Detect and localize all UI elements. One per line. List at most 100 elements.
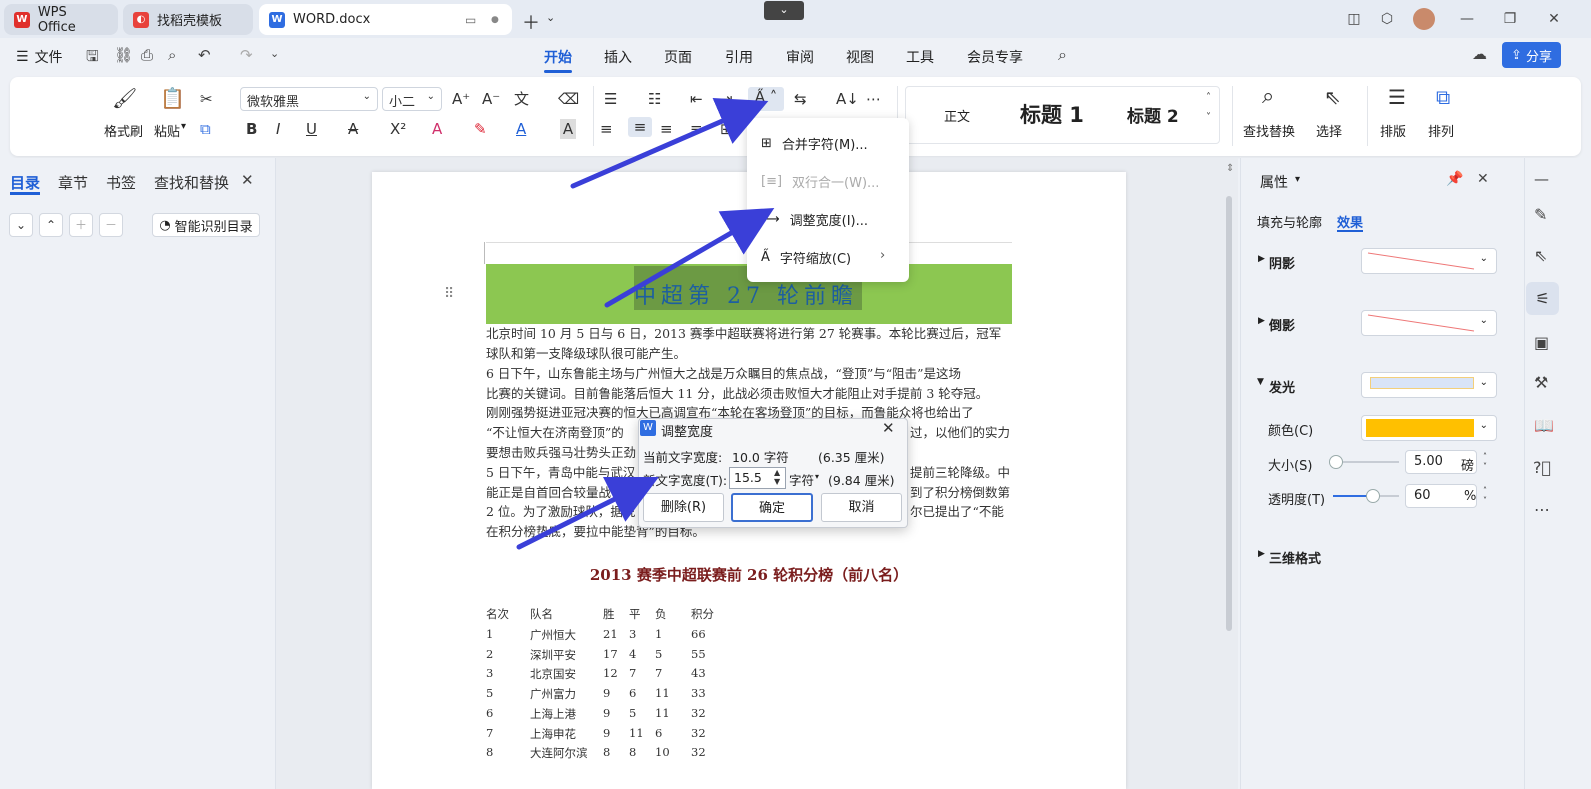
section-reflection[interactable]: 倒影	[1269, 315, 1295, 334]
doc-line[interactable]: 北京时间 10 月 5 日与 6 日，2013 赛季中超联赛将进行第 27 轮赛…	[486, 324, 1012, 344]
table-cell[interactable]: 11	[655, 706, 670, 720]
expand-up-icon[interactable]: ⌃	[39, 213, 63, 237]
close-window-icon[interactable]: ✕	[1544, 9, 1564, 29]
table-cell[interactable]: 5	[629, 706, 636, 720]
grow-font-icon[interactable]: A⁺	[452, 89, 470, 109]
doc-line[interactable]: 要想击败兵强马壮势头正劲	[486, 443, 636, 463]
text-effect-icon[interactable]: A	[432, 119, 442, 139]
style-heading2[interactable]: 标题 2	[1127, 102, 1179, 127]
pin-icon[interactable]: 📌	[1446, 171, 1463, 187]
undo-icon[interactable]: ↶	[198, 46, 211, 64]
table-cell[interactable]: 17	[603, 647, 618, 661]
section-glow[interactable]: 发光	[1269, 377, 1295, 396]
expand-arrow-icon[interactable]: ▶	[1258, 254, 1265, 264]
underline-icon[interactable]: U	[306, 119, 317, 139]
ok-button[interactable]: 确定	[731, 493, 813, 522]
panel-title[interactable]: 属性	[1260, 172, 1288, 192]
table-header-cell[interactable]: 队名	[530, 606, 553, 622]
menu-view[interactable]: 视图	[846, 47, 874, 67]
table-cell[interactable]: 5	[655, 647, 662, 661]
table-cell[interactable]: 9	[603, 726, 610, 740]
expand-arrow-icon[interactable]: ▶	[1258, 549, 1265, 559]
doc-line[interactable]: 能正是自首回合较量战	[486, 483, 636, 503]
unit-chevron-icon[interactable]: ▾	[815, 472, 819, 481]
image-icon[interactable]: ▣	[1534, 333, 1549, 352]
clear-format-icon[interactable]: ⌫	[558, 89, 579, 109]
table-header-cell[interactable]: 负	[655, 606, 667, 622]
search-icon[interactable]: ⌕	[1058, 45, 1067, 65]
doc-line-fragment[interactable]: 到了积分榜倒数第	[910, 483, 1012, 503]
table-header-cell[interactable]: 积分	[691, 606, 714, 622]
tab-chapter[interactable]: 章节	[58, 172, 88, 193]
delete-button[interactable]: 删除(R)	[643, 493, 724, 522]
table-cell[interactable]: 32	[691, 745, 706, 759]
print-preview-icon[interactable]: ⌕	[168, 46, 176, 64]
table-cell[interactable]: 6	[655, 726, 662, 740]
doc-line-fragment[interactable]: 提前三轮降级。中	[910, 463, 1012, 483]
cube-icon[interactable]: ⬡	[1377, 9, 1397, 29]
table-cell[interactable]: 12	[603, 666, 618, 680]
table-cell[interactable]: 上海申花	[530, 726, 576, 742]
table-cell[interactable]: 8	[603, 745, 610, 759]
link-icon[interactable]: ⛓	[114, 46, 133, 64]
tab-wps-office[interactable]: W WPS Office	[4, 4, 118, 35]
save-icon[interactable]: 🖫	[86, 46, 99, 71]
char-scale-item[interactable]: A̋ 字符缩放(C)	[761, 248, 851, 267]
increase-indent-icon[interactable]: ⇥	[720, 89, 733, 109]
table-header-cell[interactable]: 名次	[486, 606, 509, 622]
close-panel-icon[interactable]: ✕	[241, 171, 254, 189]
monitor-icon[interactable]: ▭	[465, 13, 476, 27]
redo-icon[interactable]: ↷	[240, 46, 253, 64]
table-cell[interactable]: 1	[655, 627, 662, 641]
collapse-sidebar-icon[interactable]: —	[1534, 170, 1549, 188]
pen-icon[interactable]: ✎	[1534, 205, 1547, 224]
table-cell[interactable]: 广州富力	[530, 686, 576, 702]
strikethrough-icon[interactable]: A	[348, 119, 358, 139]
cursor-icon[interactable]: ⇖	[1534, 246, 1547, 265]
doc-line[interactable]: “不让恒大在济南登顶”的	[486, 423, 636, 443]
book-icon[interactable]: 📖	[1534, 416, 1554, 435]
table-cell[interactable]: 6	[486, 706, 493, 720]
tab-template[interactable]: ◐ 找稻壳模板	[123, 4, 253, 35]
unit-select[interactable]: 字符	[789, 470, 814, 489]
select-label[interactable]: 选择	[1316, 121, 1342, 140]
chinese-layout-icon[interactable]: A̋ ˄	[748, 87, 784, 111]
table-cell[interactable]: 北京国安	[530, 666, 576, 682]
find-replace-label[interactable]: 查找替换	[1243, 121, 1295, 140]
merge-chars-item[interactable]: ⊞ 合并字符(M)...	[761, 134, 868, 153]
restore-icon[interactable]: ❐	[1500, 9, 1520, 29]
table-cell[interactable]: 3	[629, 627, 636, 641]
layout-icon[interactable]: ☰	[1388, 87, 1406, 107]
table-header-cell[interactable]: 胜	[603, 606, 615, 622]
minimize-icon[interactable]: —	[1457, 9, 1477, 29]
property-sliders-icon[interactable]: ⚟	[1526, 282, 1559, 315]
menu-home[interactable]: 开始	[544, 47, 572, 73]
table-cell[interactable]: 3	[486, 666, 493, 680]
bullet-list-icon[interactable]: ☰	[604, 89, 617, 109]
tab-effects[interactable]: 效果	[1337, 212, 1363, 231]
table-cell[interactable]: 8	[486, 745, 493, 759]
find-icon[interactable]: ⌕	[1262, 86, 1274, 108]
drag-handle-icon[interactable]: ⠿	[444, 286, 454, 302]
paste-icon[interactable]: 📋	[160, 88, 185, 108]
table-cell[interactable]: 广州恒大	[530, 627, 576, 643]
table-cell[interactable]: 66	[691, 627, 706, 641]
tab-toc[interactable]: 目录	[10, 172, 40, 193]
table-cell[interactable]: 11	[629, 726, 644, 740]
reflection-preset-select[interactable]: ⌄	[1361, 310, 1497, 336]
print-icon[interactable]: ⎙	[141, 46, 153, 64]
add-icon[interactable]: ＋	[69, 213, 93, 237]
table-cell[interactable]: 32	[691, 726, 706, 740]
distribute-icon[interactable]: ⊞	[720, 119, 733, 139]
glow-color-select[interactable]: ⌄	[1361, 415, 1497, 441]
magic-wand-icon[interactable]: ⚒	[1534, 373, 1548, 392]
table-cell[interactable]: 7	[486, 726, 493, 740]
cut-icon[interactable]: ✂	[200, 89, 213, 109]
tab-fill-outline[interactable]: 填充与轮廓	[1257, 212, 1322, 231]
menu-review[interactable]: 审阅	[786, 47, 814, 67]
file-menu[interactable]: ☰ 文件	[16, 47, 63, 67]
select-cursor-icon[interactable]: ⇖	[1324, 87, 1341, 107]
table-cell[interactable]: 4	[629, 647, 636, 661]
show-marks-icon[interactable]: ⋯	[866, 89, 881, 109]
adjust-width-item[interactable]: ⟷ 调整宽度(I)...	[761, 210, 868, 229]
